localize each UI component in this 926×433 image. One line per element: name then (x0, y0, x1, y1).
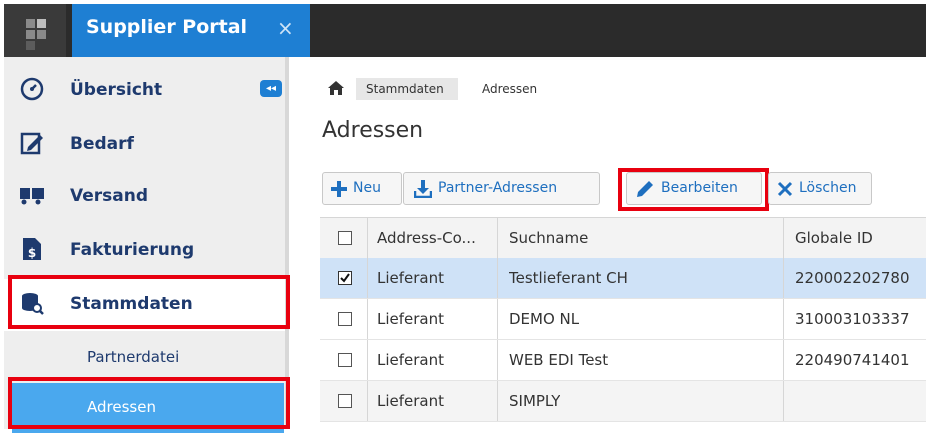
close-x-icon (777, 181, 793, 201)
table-row[interactable]: Lieferant DEMO NL 310003103337 (320, 299, 926, 340)
sidebar-subitem-label: Adressen (87, 398, 156, 416)
breadcrumb-item-adressen: Adressen (482, 82, 538, 96)
sidebar-splitter[interactable] (285, 57, 289, 429)
cell-address-code: Lieferant (377, 392, 445, 410)
table-row[interactable]: Lieferant Testlieferant CH 220002202780 (320, 258, 926, 299)
delete-button[interactable]: Löschen (768, 172, 872, 205)
home-icon[interactable] (328, 81, 344, 95)
dashboard-gauge-icon (20, 77, 44, 101)
breadcrumb-item-stammdaten[interactable]: Stammdaten (356, 78, 458, 100)
tab-title: Supplier Portal (86, 16, 248, 38)
tab-supplier-portal[interactable]: Supplier Portal × (72, 4, 310, 57)
sidebar-item-uebersicht[interactable]: Übersicht (4, 65, 288, 117)
select-all-checkbox[interactable] (338, 231, 352, 245)
column-header-address-code[interactable]: Address-Co... (377, 218, 489, 258)
cell-address-code: Lieferant (377, 269, 445, 287)
row-checkbox[interactable] (338, 353, 352, 367)
title-bar: Supplier Portal × (4, 4, 926, 57)
download-icon (413, 180, 433, 202)
plus-icon (331, 181, 347, 201)
table-header: Address-Co... Suchname Globale ID (320, 217, 926, 259)
sidebar-item-fakturierung[interactable]: $ Fakturierung (4, 225, 288, 277)
column-header-globale-id[interactable]: Globale ID (795, 218, 926, 258)
sidebar: Übersicht Bedarf Versand $ Fakturierung … (4, 57, 288, 433)
sidebar-item-versand[interactable]: Versand (4, 171, 288, 223)
cell-globale-id: 220002202780 (795, 269, 910, 287)
cell-suchname: SIMPLY (509, 392, 561, 410)
partner-addresses-button[interactable]: Partner-Adressen (403, 172, 600, 205)
row-checkbox[interactable] (338, 312, 352, 326)
pencil-icon (635, 179, 655, 203)
cell-suchname: WEB EDI Test (509, 351, 609, 369)
cell-suchname: DEMO NL (509, 310, 580, 328)
cell-suchname: Testlieferant CH (509, 269, 628, 287)
sidebar-item-label: Versand (70, 186, 149, 206)
sidebar-subitem-partnerdatei[interactable]: Partnerdatei (12, 333, 284, 383)
table-row[interactable]: Lieferant WEB EDI Test 220490741401 (320, 340, 926, 381)
cell-address-code: Lieferant (377, 351, 445, 369)
addresses-table: Address-Co... Suchname Globale ID Liefer… (320, 217, 926, 429)
sidebar-item-label: Übersicht (70, 80, 163, 100)
edit-button[interactable]: Bearbeiten (626, 172, 762, 205)
partner-addresses-label: Partner-Adressen (438, 180, 558, 196)
cell-address-code: Lieferant (377, 310, 445, 328)
invoice-dollar-icon: $ (20, 237, 44, 261)
sidebar-subitem-label: Partnerdatei (87, 348, 180, 366)
row-checkbox[interactable] (338, 271, 352, 285)
row-checkbox[interactable] (338, 394, 352, 408)
cell-globale-id: 220490741401 (795, 351, 910, 369)
page-title: Adressen (322, 118, 424, 143)
edit-button-label: Bearbeiten (661, 180, 738, 196)
table-row[interactable]: Lieferant SIMPLY (320, 381, 926, 422)
app-grid-icon[interactable] (4, 4, 66, 57)
collapse-sidebar-icon[interactable]: ◂◂ (260, 80, 282, 97)
database-search-icon (20, 291, 44, 315)
delete-button-label: Löschen (799, 180, 857, 196)
sidebar-item-label: Stammdaten (70, 294, 193, 314)
sidebar-subitem-adressen[interactable]: Adressen (12, 383, 284, 433)
cell-globale-id: 310003103337 (795, 310, 910, 328)
new-button[interactable]: Neu (322, 172, 402, 205)
sidebar-item-label: Bedarf (70, 134, 134, 154)
sidebar-item-stammdaten[interactable]: Stammdaten (4, 279, 288, 331)
svg-text:$: $ (28, 246, 36, 260)
cell-globale-id (795, 381, 926, 421)
column-header-suchname[interactable]: Suchname (509, 218, 779, 258)
truck-icon (20, 183, 44, 207)
close-tab-icon[interactable]: × (277, 16, 294, 40)
edit-document-icon (20, 131, 44, 155)
sidebar-item-bedarf[interactable]: Bedarf (4, 119, 288, 171)
new-button-label: Neu (353, 180, 381, 196)
sidebar-item-label: Fakturierung (70, 240, 195, 260)
